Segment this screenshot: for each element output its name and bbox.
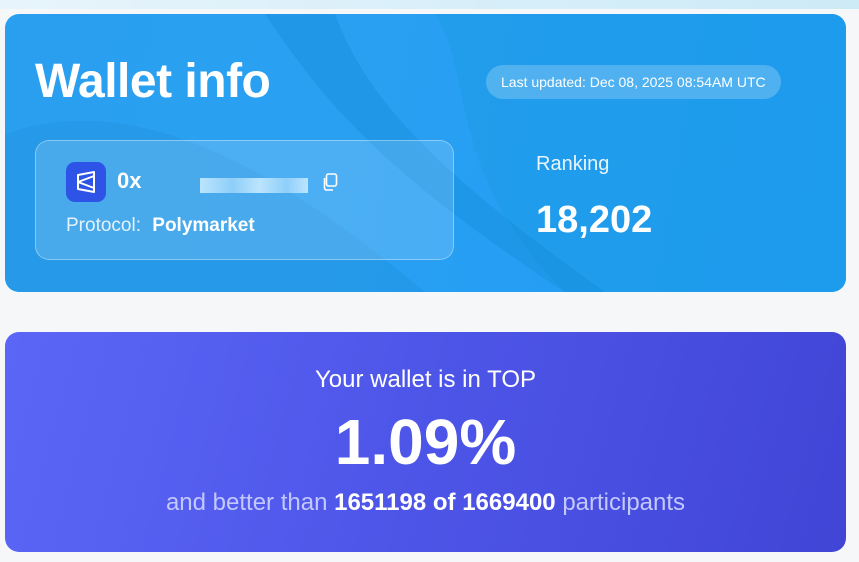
total-participants: 1669400 bbox=[462, 489, 556, 516]
protocol-row: Protocol: Polymarket bbox=[66, 213, 255, 239]
wallet-address: 0x bbox=[117, 168, 142, 193]
participants-suffix: participants bbox=[562, 489, 686, 516]
better-count: 1651198 bbox=[334, 489, 427, 516]
top-strip bbox=[0, 0, 859, 9]
participants-summary: and better than 1651198 of 1669400 parti… bbox=[5, 488, 846, 518]
polymarket-logo-icon bbox=[66, 162, 106, 202]
top-percent: 1.09% bbox=[334, 406, 517, 478]
top-heading: Your wallet is in TOP bbox=[314, 366, 536, 393]
address-redaction bbox=[200, 178, 308, 193]
copy-icon[interactable] bbox=[322, 173, 338, 191]
wallet-address-panel: 0x Protocol: Polymarket bbox=[35, 140, 454, 260]
of-word: of bbox=[432, 489, 456, 516]
better-prefix: and better than bbox=[165, 489, 328, 516]
top-percentile-card: Your wallet is in TOP 1.09% and better t… bbox=[5, 332, 846, 552]
last-updated-badge: Last updated: Dec 08, 2025 08:54AM UTC bbox=[486, 65, 781, 99]
wallet-info-card: Wallet info Last updated: Dec 08, 2025 0… bbox=[5, 14, 846, 292]
ranking-value: 18,202 bbox=[536, 199, 653, 241]
protocol-label: Protocol: bbox=[66, 215, 141, 236]
protocol-value: Polymarket bbox=[152, 215, 255, 236]
ranking-label: Ranking bbox=[536, 153, 610, 175]
page-title: Wallet info bbox=[35, 55, 271, 108]
